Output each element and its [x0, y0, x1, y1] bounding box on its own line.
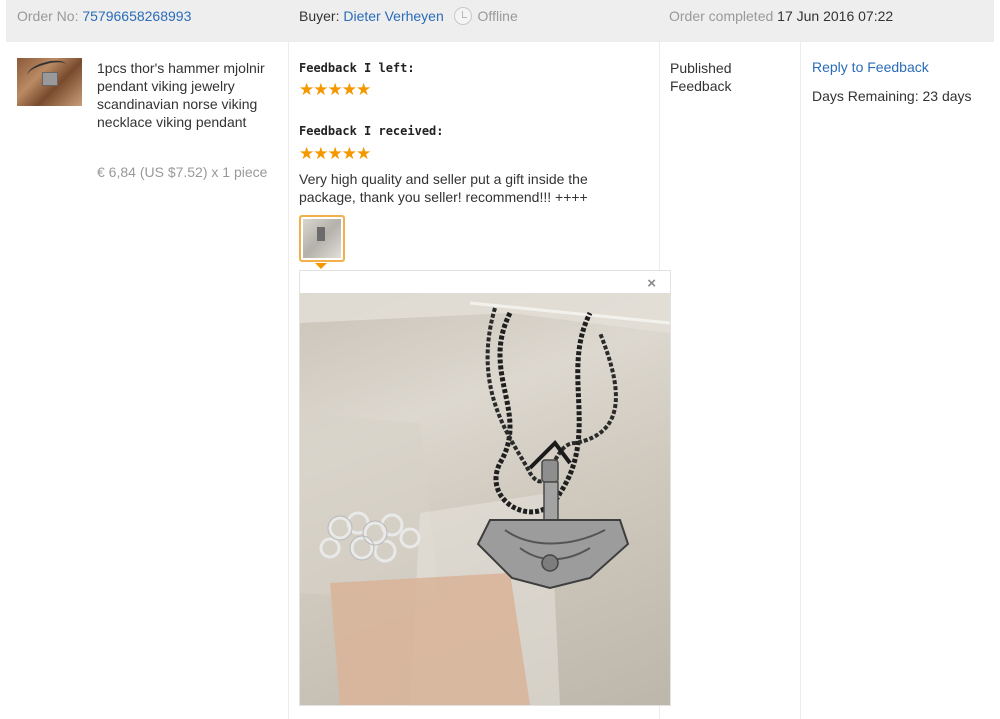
star-icon: ★ [341, 144, 357, 163]
buyer-group: Buyer: Dieter Verheyen Offline [299, 0, 518, 42]
order-number-group: Order No: 75796658268993 [17, 0, 191, 42]
feedback-left-rating: ★★★★★ [299, 80, 371, 99]
buyer-name-link[interactable]: Dieter Verheyen [343, 8, 443, 24]
feedback-left-heading: Feedback I left: [299, 61, 415, 75]
star-icon: ★ [313, 80, 328, 99]
reply-to-feedback-link[interactable]: Reply to Feedback [812, 59, 929, 75]
column-divider [800, 42, 801, 719]
offline-status-icon [453, 7, 472, 25]
order-completed-date: 17 Jun 2016 07:22 [777, 8, 894, 24]
star-icon: ★ [327, 144, 343, 163]
product-title[interactable]: 1pcs thor's hammer mjolnir pendant vikin… [97, 59, 282, 131]
star-icon: ★ [356, 144, 371, 163]
product-thumbnail[interactable] [17, 58, 82, 106]
star-icon: ★ [313, 144, 328, 163]
order-completed-label: Order completed [669, 8, 774, 24]
feedback-received-text: Very high quality and seller put a gift … [299, 171, 588, 205]
days-remaining: Days Remaining: 23 days [812, 88, 972, 104]
buyer-label: Buyer: [299, 8, 340, 24]
feedback-photo-enlarged [300, 293, 670, 705]
star-icon: ★ [299, 80, 314, 99]
order-number-label: Order No: [17, 8, 79, 24]
star-icon: ★ [356, 80, 371, 99]
star-icon: ★ [299, 144, 314, 163]
popup-pointer-icon [315, 263, 327, 269]
order-number-link[interactable]: 75796658268993 [82, 8, 191, 24]
star-icon: ★ [327, 80, 343, 99]
feedback-photo-popup: × [299, 270, 671, 706]
buyer-status: Offline [477, 8, 518, 24]
feedback-photo-thumbnail-image [303, 219, 341, 258]
order-header: Order No: 75796658268993 Buyer: Dieter V… [6, 0, 994, 42]
star-icon: ★ [341, 80, 357, 99]
column-divider [288, 42, 289, 719]
feedback-received-heading: Feedback I received: [299, 124, 444, 138]
hammer-pendant-shape [42, 72, 58, 86]
product-price: € 6,84 (US $7.52) x 1 piece [97, 164, 268, 180]
feedback-status: Published Feedback [670, 60, 732, 94]
close-icon[interactable]: × [647, 276, 656, 292]
feedback-photo-thumbnail[interactable] [299, 215, 345, 262]
order-completed-group: Order completed 17 Jun 2016 07:22 [669, 0, 893, 42]
pendant-photo-illustration [300, 293, 670, 705]
feedback-received-rating: ★★★★★ [299, 144, 371, 163]
